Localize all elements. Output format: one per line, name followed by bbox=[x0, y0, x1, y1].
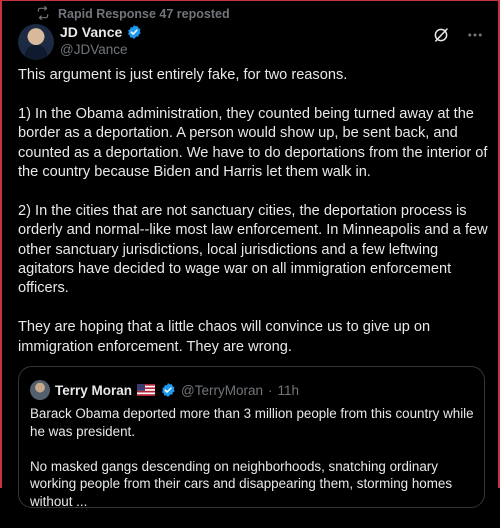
author-info: JD Vance @JDVance bbox=[60, 24, 142, 57]
verified-badge-icon bbox=[160, 382, 176, 398]
quoted-paragraph: Barack Obama deported more than 3 millio… bbox=[30, 406, 474, 439]
author-name[interactable]: JD Vance bbox=[60, 24, 122, 40]
quoted-author-avatar[interactable] bbox=[30, 380, 50, 400]
header-separator: · bbox=[268, 382, 273, 398]
quoted-tweet-header: Terry Moran @TerryMoran · 11h bbox=[30, 380, 299, 400]
verified-badge-icon bbox=[126, 24, 142, 40]
tweet-text: This argument is just entirely fake, for… bbox=[18, 66, 488, 376]
grok-icon[interactable] bbox=[432, 26, 450, 49]
repost-icon bbox=[36, 5, 50, 23]
quoted-tweet-card[interactable]: Terry Moran @TerryMoran · 11h Barack Oba… bbox=[18, 366, 485, 509]
more-icon[interactable] bbox=[466, 26, 484, 49]
quoted-tweet-text: Barack Obama deported more than 3 millio… bbox=[30, 405, 475, 528]
tweet-paragraph: They are hoping that a little chaos will… bbox=[18, 319, 431, 355]
tweet-paragraph: 1) In the Obama administration, they cou… bbox=[18, 105, 488, 181]
quoted-author-name[interactable]: Terry Moran bbox=[55, 383, 132, 398]
tweet-paragraph: 2) In the cities that are not sanctuary … bbox=[18, 202, 488, 297]
tweet-actions-top bbox=[432, 26, 484, 49]
author-handle[interactable]: @JDVance bbox=[60, 42, 142, 57]
repost-indicator[interactable]: Rapid Response 47 reposted bbox=[36, 5, 230, 23]
tweet-paragraph: This argument is just entirely fake, for… bbox=[18, 67, 348, 83]
us-flag-icon bbox=[137, 384, 156, 396]
window-border-left bbox=[0, 0, 2, 488]
quoted-tweet-time[interactable]: 11h bbox=[278, 383, 300, 398]
quoted-author-handle[interactable]: @TerryMoran bbox=[181, 383, 263, 398]
quoted-paragraph: No masked gangs descending on neighborho… bbox=[30, 458, 453, 509]
repost-text: Rapid Response 47 reposted bbox=[58, 7, 230, 21]
author-avatar[interactable] bbox=[18, 24, 54, 60]
window-border-top bbox=[0, 0, 500, 1]
